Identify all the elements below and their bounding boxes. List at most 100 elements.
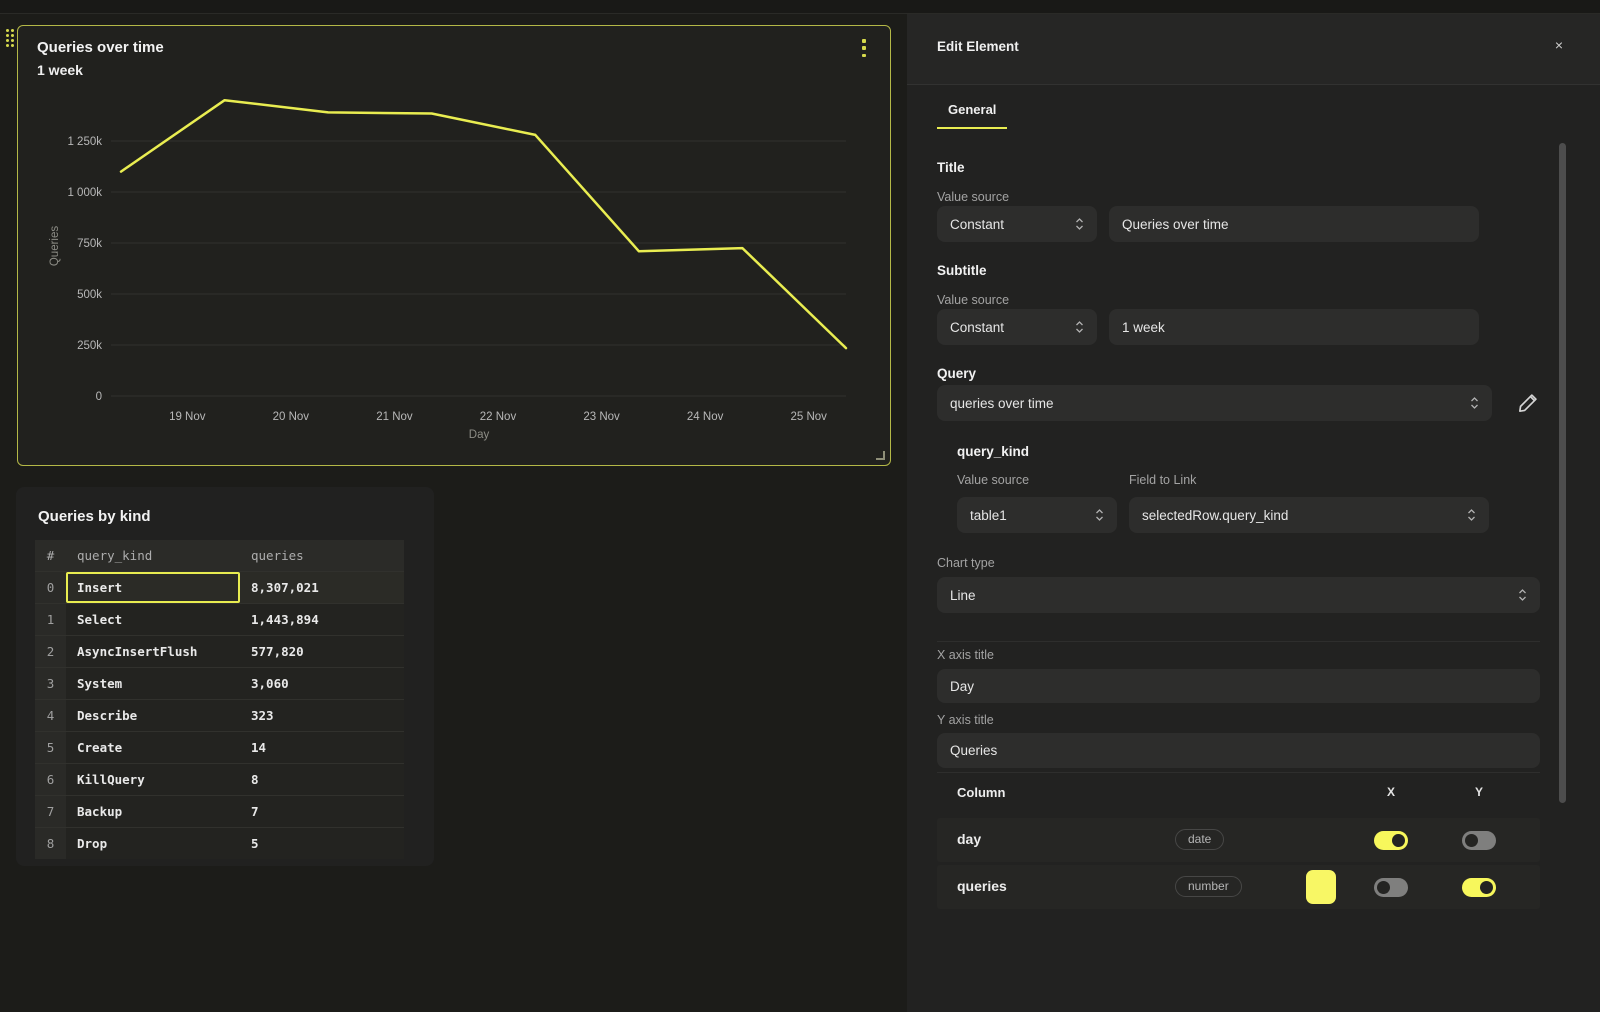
chevron-updown-icon [1075,319,1084,335]
table-row[interactable]: 3System3,060 [35,667,404,699]
query-kind-cell[interactable]: Backup [66,796,240,827]
queries-by-kind-panel: Queries by kind #query_kindqueries 0Inse… [16,487,434,866]
table-row[interactable]: 4Describe323 [35,699,404,731]
close-icon[interactable]: × [1550,36,1568,54]
toggle-knob [1377,881,1390,894]
query-kind-cell[interactable]: Describe [66,700,240,731]
x-axis-toggle[interactable] [1374,831,1408,850]
edit-element-sidebar: Edit Element × General Title Value sourc… [907,14,1600,1012]
chart-subtitle: 1 week [37,62,83,78]
queries-cell[interactable]: 14 [240,732,404,763]
table-row[interactable]: 2AsyncInsertFlush577,820 [35,635,404,667]
chevron-updown-icon [1095,507,1104,523]
queries-cell[interactable]: 3,060 [240,668,404,699]
subtitle-value-input[interactable]: 1 week [1109,309,1479,345]
table-header-index[interactable]: # [35,540,66,571]
queries-cell[interactable]: 5 [240,828,404,859]
queries-cell[interactable]: 1,443,894 [240,604,404,635]
queries-cell[interactable]: 323 [240,700,404,731]
kebab-menu-icon[interactable] [862,39,866,57]
top-bar [0,0,1600,14]
svg-text:500k: 500k [77,289,102,301]
chart-panel[interactable]: 0250k500k750k1 000k1 250k19 Nov20 Nov21 … [17,25,891,466]
x-axis-title-input[interactable]: Day [937,669,1540,703]
table-row[interactable]: 7Backup7 [35,795,404,827]
svg-text:0: 0 [96,391,102,403]
table-row[interactable]: 1Select1,443,894 [35,603,404,635]
line-chart: 0250k500k750k1 000k1 250k19 Nov20 Nov21 … [18,26,889,464]
column-name: queries [957,878,1007,894]
chart-title: Queries over time [37,39,164,56]
x-axis-title-label: X axis title [937,648,994,662]
subtitle-section-heading: Subtitle [937,263,987,278]
drag-handle-icon[interactable] [6,29,14,51]
row-index-cell: 5 [35,732,66,763]
field-to-link-value: selectedRow.query_kind [1142,508,1288,523]
table-row[interactable]: 0Insert8,307,021 [35,571,404,603]
svg-text:19 Nov: 19 Nov [169,411,206,423]
resize-handle-icon[interactable] [876,451,885,460]
query-kind-source-select[interactable]: table1 [957,497,1117,533]
row-index-cell: 4 [35,700,66,731]
query-kind-cell[interactable]: Insert [66,572,240,603]
chart-type-label: Chart type [937,556,995,570]
table-row[interactable]: 6KillQuery8 [35,763,404,795]
field-to-link-select[interactable]: selectedRow.query_kind [1129,497,1489,533]
query-kind-cell[interactable]: Select [66,604,240,635]
table-title: Queries by kind [38,508,151,525]
svg-text:750k: 750k [77,238,102,250]
y-axis-title-input[interactable]: Queries [937,733,1540,768]
queries-cell[interactable]: 7 [240,796,404,827]
title-source-select[interactable]: Constant [937,206,1097,242]
title-value-source-label: Value source [937,190,1009,204]
queries-cell[interactable]: 577,820 [240,636,404,667]
row-index-cell: 7 [35,796,66,827]
row-index-cell: 8 [35,828,66,859]
table-row[interactable]: 5Create14 [35,731,404,763]
svg-text:23 Nov: 23 Nov [583,411,620,423]
subtitle-source-value: Constant [950,320,1004,335]
tab-general[interactable]: General [937,102,1007,129]
column-type-badge: date [1175,829,1224,850]
svg-text:20 Nov: 20 Nov [273,411,310,423]
y-axis-title-value: Queries [950,743,997,758]
table-header-query-kind[interactable]: query_kind [66,540,240,571]
x-axis-toggle[interactable] [1374,878,1408,897]
queries-by-kind-table: #query_kindqueries 0Insert8,307,0211Sele… [35,540,404,859]
query-kind-cell[interactable]: Drop [66,828,240,859]
title-value-input[interactable]: Queries over time [1109,206,1479,242]
chevron-updown-icon [1518,587,1527,603]
query-kind-heading: query_kind [957,444,1029,459]
table-header-queries[interactable]: queries [240,540,404,571]
y-header-label: Y [1462,785,1496,799]
query-select[interactable]: queries over time [937,385,1492,421]
sidebar-scrollbar[interactable] [1559,143,1566,803]
column-type-badge: number [1175,876,1242,897]
row-index-cell: 1 [35,604,66,635]
table-header-row: #query_kindqueries [35,540,404,571]
column-mapping-header: Column X Y [937,772,1540,806]
table-row[interactable]: 8Drop5 [35,827,404,859]
query-kind-cell[interactable]: Create [66,732,240,763]
title-section-heading: Title [937,160,965,175]
chart-type-select[interactable]: Line [937,577,1540,613]
row-index-cell: 2 [35,636,66,667]
query-kind-cell[interactable]: KillQuery [66,764,240,795]
svg-text:250k: 250k [77,340,102,352]
edit-pencil-icon[interactable] [1516,391,1540,415]
svg-text:25 Nov: 25 Nov [790,411,827,423]
chart-type-value: Line [950,588,976,603]
query-kind-cell[interactable]: System [66,668,240,699]
svg-text:21 Nov: 21 Nov [376,411,413,423]
queries-cell[interactable]: 8 [240,764,404,795]
x-axis-title-value: Day [950,679,974,694]
queries-cell[interactable]: 8,307,021 [240,572,404,603]
y-axis-toggle[interactable] [1462,831,1496,850]
y-axis-toggle[interactable] [1462,878,1496,897]
series-color-swatch[interactable] [1306,870,1336,904]
field-to-link-label: Field to Link [1129,473,1196,487]
chevron-updown-icon [1467,507,1476,523]
x-header-label: X [1374,785,1408,799]
query-kind-cell[interactable]: AsyncInsertFlush [66,636,240,667]
subtitle-source-select[interactable]: Constant [937,309,1097,345]
